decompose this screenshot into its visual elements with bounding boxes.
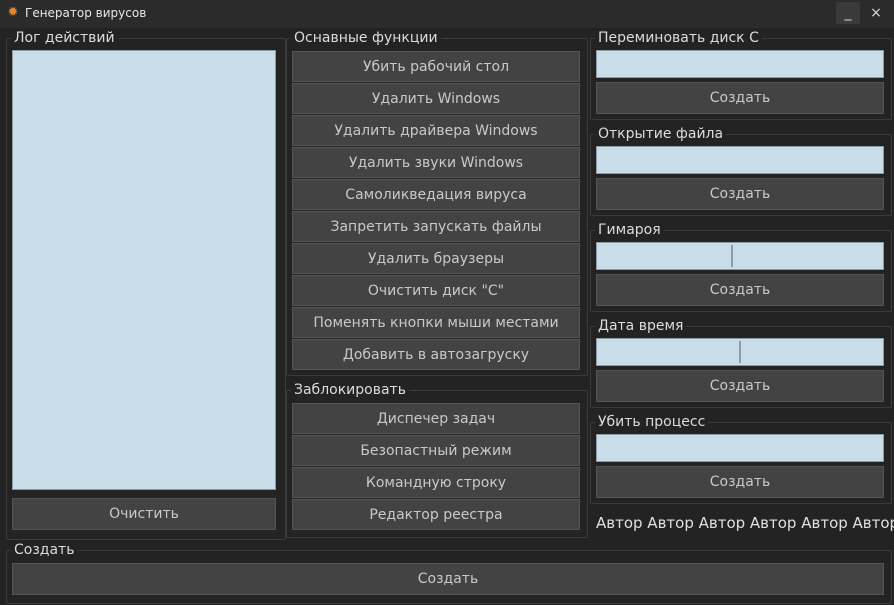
block-task-manager-button[interactable]: Диспечер задач <box>292 403 580 434</box>
rename-disk-create-button[interactable]: Создать <box>596 82 884 114</box>
clear-log-button[interactable]: Очистить <box>12 498 276 530</box>
log-textarea[interactable] <box>12 50 276 490</box>
date-time-split-input[interactable] <box>596 338 884 366</box>
open-file-create-button[interactable]: Создать <box>596 178 884 210</box>
log-title: Лог действий <box>11 30 118 46</box>
swap-mouse-button[interactable]: Поменять кнопки мыши местами <box>292 307 580 338</box>
kill-process-title: Убить процесс <box>595 414 709 430</box>
date-time-create-button[interactable]: Создать <box>596 370 884 402</box>
clean-disk-button[interactable]: Очистить диск "C" <box>292 275 580 306</box>
title-bar: ✹ Генератор вирусов _ × <box>0 0 894 28</box>
kill-process-create-button[interactable]: Создать <box>596 466 884 498</box>
split-divider[interactable] <box>731 245 733 267</box>
delete-windows-button[interactable]: Удалить Windows <box>292 83 580 114</box>
block-safe-mode-button[interactable]: Безопастный режим <box>292 435 580 466</box>
delete-browsers-button[interactable]: Удалить браузеры <box>292 243 580 274</box>
gimaroya-title: Гимароя <box>595 222 664 238</box>
date-time-title: Дата время <box>595 318 687 334</box>
kill-desktop-button[interactable]: Убить рабочий стол <box>292 51 580 82</box>
authors-label: Автор Автор Автор Автор Автор Автор <box>596 514 894 532</box>
rename-disk-input[interactable] <box>596 50 884 78</box>
gimaroya-split-input[interactable] <box>596 242 884 270</box>
close-button[interactable]: × <box>864 2 888 24</box>
kill-process-input[interactable] <box>596 434 884 462</box>
delete-drivers-button[interactable]: Удалить драйвера Windows <box>292 115 580 146</box>
main-functions-title: Оснавные функции <box>291 30 441 46</box>
block-cmd-button[interactable]: Командную строку <box>292 467 580 498</box>
open-file-input[interactable] <box>596 146 884 174</box>
open-file-title: Открытие файла <box>595 126 727 142</box>
delete-sounds-button[interactable]: Удалить звуки Windows <box>292 147 580 178</box>
gimaroya-create-button[interactable]: Создать <box>596 274 884 306</box>
rename-disk-title: Переминовать диск C <box>595 30 762 46</box>
create-title: Создать <box>11 542 78 558</box>
block-regedit-button[interactable]: Редактор реестра <box>292 499 580 530</box>
minimize-button[interactable]: _ <box>836 2 860 24</box>
block-title: Заблокировать <box>291 382 409 398</box>
app-icon: ✹ <box>7 5 19 20</box>
add-autostart-button[interactable]: Добавить в автозагруску <box>292 339 580 370</box>
block-files-button[interactable]: Запретить запускать файлы <box>292 211 580 242</box>
window-title: Генератор вирусов <box>25 6 147 20</box>
self-destruct-button[interactable]: Самоликведация вируса <box>292 179 580 210</box>
split-divider[interactable] <box>739 341 741 363</box>
create-button[interactable]: Создать <box>12 563 884 595</box>
